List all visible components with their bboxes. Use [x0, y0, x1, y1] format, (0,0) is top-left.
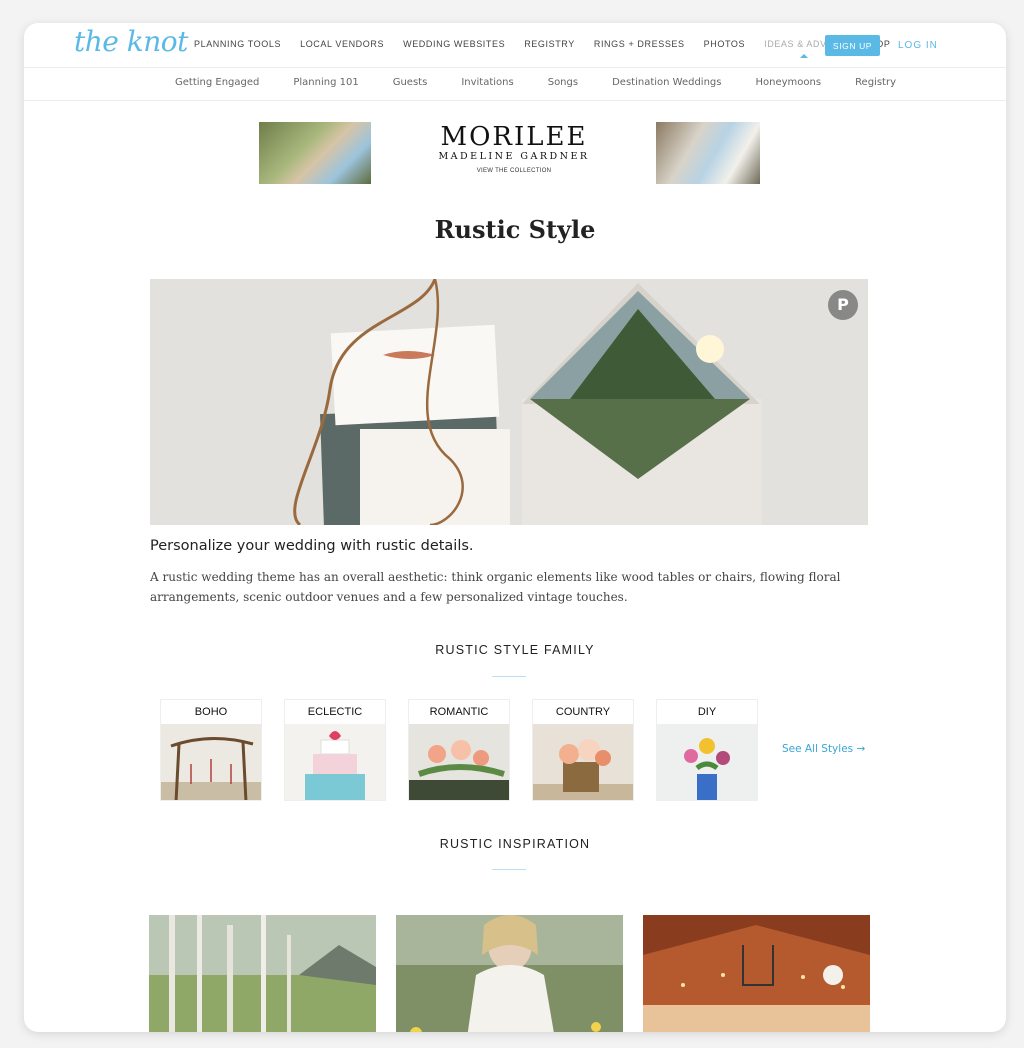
sign-up-button[interactable]: SIGN UP: [825, 35, 880, 56]
hero-subtitle: Personalize your wedding with rustic det…: [150, 538, 474, 554]
hero-description: A rustic wedding theme has an overall ae…: [150, 570, 841, 604]
hero-illustration: [150, 279, 868, 525]
boho-image: [161, 724, 261, 800]
style-card-label: ROMANTIC: [429, 706, 489, 718]
bride-photo: [396, 915, 623, 1032]
menu-local-vendors[interactable]: LOCAL VENDORS: [300, 39, 384, 49]
style-card-diy[interactable]: DIY: [656, 699, 758, 801]
menu-planning-tools[interactable]: PLANNING TOOLS: [194, 39, 281, 49]
menu-photos[interactable]: PHOTOS: [704, 39, 745, 49]
top-nav: the knot PLANNING TOOLS LOCAL VENDORS WE…: [24, 23, 1006, 68]
main-menu: PLANNING TOOLS LOCAL VENDORS WEDDING WEB…: [194, 39, 909, 58]
style-card-label: BOHO: [194, 706, 228, 718]
subnav-registry[interactable]: Registry: [855, 77, 896, 88]
hero-image: P: [150, 279, 868, 525]
inspiration-heading: RUSTIC INSPIRATION: [439, 837, 591, 851]
style-card-label: COUNTRY: [555, 706, 611, 718]
style-family-divider: [492, 676, 526, 677]
menu-wedding-websites[interactable]: WEDDING WEBSITES: [403, 39, 505, 49]
reception-photo: [643, 915, 870, 1032]
diy-image: [657, 724, 757, 800]
style-card-label: ECLECTIC: [307, 706, 363, 718]
sub-nav: Getting Engaged Planning 101 Guests Invi…: [24, 67, 1006, 101]
ad-brand-name: MORILEE: [440, 122, 588, 152]
ad-brand-sub: MADELINE GARDNER: [438, 151, 590, 162]
style-card-eclectic[interactable]: ECLECTIC: [284, 699, 386, 801]
romantic-image: [409, 724, 509, 800]
page-title: Rustic Style: [434, 215, 596, 244]
subnav-guests[interactable]: Guests: [393, 77, 428, 88]
menu-rings-dresses[interactable]: RINGS + DRESSES: [594, 39, 685, 49]
aspen-photo: [149, 915, 376, 1032]
subnav-invitations[interactable]: Invitations: [461, 77, 513, 88]
eclectic-image: [285, 724, 385, 800]
inspiration-photo-reception[interactable]: [643, 915, 870, 1032]
country-image: [533, 724, 633, 800]
log-in-link[interactable]: LOG IN: [898, 40, 938, 51]
ad-cta: VIEW THE COLLECTION: [476, 168, 552, 174]
style-card-romantic[interactable]: ROMANTIC: [408, 699, 510, 801]
style-card-boho[interactable]: BOHO: [160, 699, 262, 801]
page-frame: the knot PLANNING TOOLS LOCAL VENDORS WE…: [24, 23, 1006, 1032]
subnav-planning-101[interactable]: Planning 101: [293, 77, 358, 88]
menu-registry[interactable]: REGISTRY: [524, 39, 575, 49]
ad-photo-bridesmaids[interactable]: [259, 122, 371, 184]
inspiration-divider: [492, 869, 526, 870]
ad-photo-brides[interactable]: [656, 122, 760, 184]
inspiration-photo-bride[interactable]: [396, 915, 623, 1032]
style-family-heading: RUSTIC STYLE FAMILY: [435, 643, 595, 657]
style-card-label: DIY: [697, 706, 717, 718]
subnav-honeymoons[interactable]: Honeymoons: [755, 77, 821, 88]
ad-brand-block[interactable]: MORILEE MADELINE GARDNER VIEW THE COLLEC…: [424, 123, 604, 174]
subnav-songs[interactable]: Songs: [548, 77, 578, 88]
subnav-getting-engaged[interactable]: Getting Engaged: [175, 77, 259, 88]
pinterest-icon[interactable]: P: [828, 290, 858, 320]
subnav-destination-weddings[interactable]: Destination Weddings: [612, 77, 721, 88]
inspiration-photo-aspen[interactable]: [149, 915, 376, 1032]
site-logo[interactable]: the knot: [74, 25, 188, 58]
see-all-styles-link[interactable]: See All Styles →: [782, 743, 865, 755]
style-card-country[interactable]: COUNTRY: [532, 699, 634, 801]
